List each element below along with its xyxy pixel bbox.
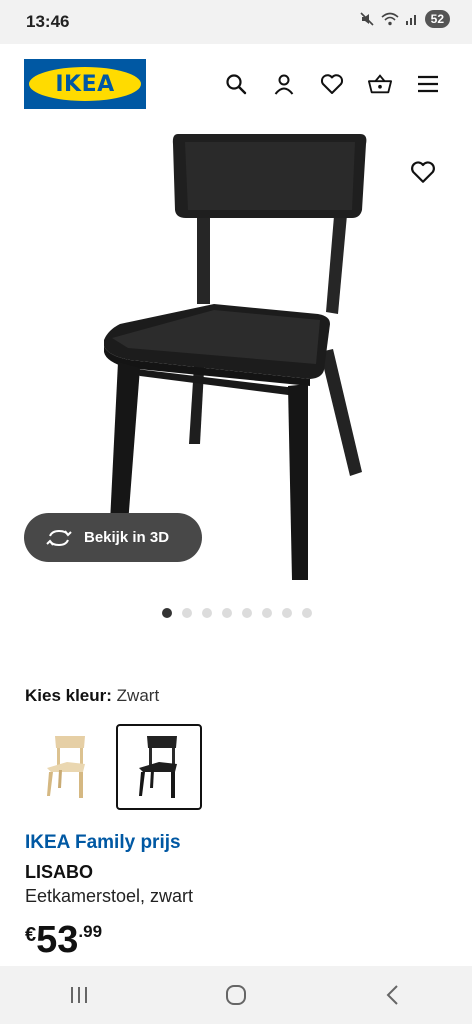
rotate-3d-icon <box>46 529 72 546</box>
home-icon[interactable] <box>216 975 256 1015</box>
carousel-dot[interactable] <box>182 608 192 618</box>
carousel-dot[interactable] <box>202 608 212 618</box>
carousel-dot[interactable] <box>162 608 172 618</box>
site-header: IKEA <box>0 44 472 124</box>
product-price: € 53 .99 <box>25 918 102 962</box>
system-navigation-bar <box>0 966 472 1024</box>
carousel-dot[interactable] <box>222 608 232 618</box>
mute-icon <box>360 12 374 26</box>
logo-ellipse: IKEA <box>29 67 141 101</box>
black-chair-thumbnail <box>139 736 177 798</box>
color-label: Kies kleur: <box>25 686 112 705</box>
search-icon[interactable] <box>224 72 248 96</box>
price-decimal: .99 <box>78 922 103 941</box>
back-icon[interactable] <box>373 975 413 1015</box>
basket-icon[interactable] <box>368 72 392 96</box>
user-icon[interactable] <box>272 72 296 96</box>
carousel-dot[interactable] <box>302 608 312 618</box>
signal-icon <box>405 15 416 25</box>
color-swatch-black[interactable] <box>116 724 202 810</box>
ikea-family-price-label[interactable]: IKEA Family prijs <box>25 832 181 854</box>
recent-apps-icon[interactable] <box>59 975 99 1015</box>
heart-icon[interactable] <box>320 72 344 96</box>
price-currency: € <box>25 924 37 946</box>
color-value: Zwart <box>116 686 160 705</box>
menu-icon[interactable] <box>416 72 440 96</box>
header-actions <box>224 72 440 96</box>
product-description: Eetkamerstoel, zwart <box>25 886 194 906</box>
battery-indicator: 52 <box>424 10 450 28</box>
price-integer: 53 <box>36 919 79 961</box>
product-gallery[interactable]: Bekijk in 3D <box>0 124 472 594</box>
status-time: 13:46 <box>26 12 70 31</box>
color-swatch-birch[interactable] <box>24 724 110 810</box>
carousel-dot[interactable] <box>242 608 252 618</box>
color-selection-label: Kies kleur: Zwart <box>25 686 159 706</box>
carousel-dot[interactable] <box>262 608 272 618</box>
status-icons: 52 <box>359 10 450 28</box>
view-in-3d-button[interactable]: Bekijk in 3D <box>24 513 202 562</box>
color-swatches <box>24 724 202 810</box>
carousel-dots <box>162 608 312 618</box>
birch-chair-thumbnail <box>47 736 85 798</box>
status-bar: 13:46 52 <box>0 0 472 44</box>
ikea-logo[interactable]: IKEA <box>24 59 146 109</box>
view-in-3d-label: Bekijk in 3D <box>84 529 170 546</box>
product-name: LISABO <box>25 862 94 882</box>
logo-text: IKEA <box>55 71 115 97</box>
carousel-dot[interactable] <box>282 608 292 618</box>
wifi-icon <box>381 12 399 26</box>
favorite-heart-icon[interactable] <box>410 160 436 186</box>
